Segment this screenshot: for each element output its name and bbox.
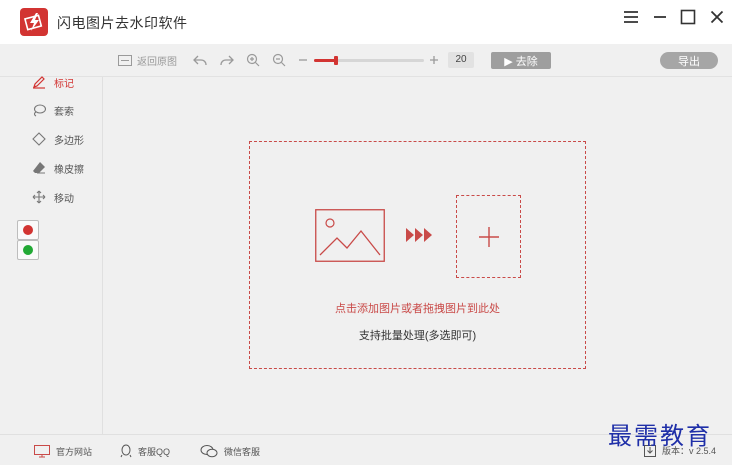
- plus-icon: [478, 226, 499, 247]
- brush-size-slider-thumb[interactable]: [334, 56, 338, 65]
- brush-size-slider-fill: [314, 59, 336, 62]
- zoom-in-icon[interactable]: [246, 52, 260, 68]
- tool-mark[interactable]: 标记: [30, 73, 74, 91]
- brush-size-value: 20: [448, 52, 474, 68]
- polygon-icon: [30, 132, 48, 146]
- add-image-button[interactable]: [456, 195, 521, 278]
- tool-lasso-label: 套索: [54, 106, 74, 118]
- app-title: 闪电图片去水印软件: [57, 15, 188, 31]
- pen-icon: [30, 75, 48, 89]
- lasso-icon: [30, 103, 48, 117]
- color-swatch-red[interactable]: [17, 220, 39, 240]
- move-icon: [30, 190, 48, 204]
- triple-arrow-icon: [406, 227, 434, 248]
- green-dot-icon: [23, 245, 33, 255]
- qq-icon: [120, 444, 132, 458]
- brush-increase-button[interactable]: [429, 52, 439, 68]
- tool-polygon[interactable]: 多边形: [30, 130, 84, 148]
- menu-icon[interactable]: [620, 6, 642, 28]
- tool-move-label: 移动: [54, 193, 74, 205]
- tool-polygon-label: 多边形: [54, 135, 84, 147]
- wechat-support-link[interactable]: 微信客服: [200, 444, 260, 458]
- app-window: 闪电图片去水印软件 返回原图 20 ▶ 去除 导出 标记 套索 多边形 橡皮擦 …: [0, 0, 732, 465]
- monitor-icon: [34, 444, 50, 458]
- tool-eraser-label: 橡皮擦: [54, 164, 84, 176]
- tool-lasso[interactable]: 套索: [30, 101, 74, 119]
- restore-original-button[interactable]: 返回原图: [118, 52, 177, 68]
- maximize-icon[interactable]: [677, 6, 699, 28]
- brush-decrease-button[interactable]: [298, 52, 308, 68]
- restore-original-label: 返回原图: [137, 56, 177, 68]
- export-button[interactable]: 导出: [660, 52, 718, 69]
- tool-eraser[interactable]: 橡皮擦: [30, 159, 84, 177]
- tool-mark-label: 标记: [54, 78, 74, 90]
- minimize-icon[interactable]: [649, 6, 671, 28]
- watermark-text: 最需教育: [608, 422, 712, 450]
- remove-watermark-button[interactable]: ▶ 去除: [491, 52, 551, 69]
- image-frame-icon: [118, 54, 132, 66]
- brush-size-slider[interactable]: [314, 56, 424, 65]
- red-dot-icon: [23, 225, 33, 235]
- dropzone-subtitle: 支持批量处理(多选即可): [358, 330, 477, 342]
- redo-icon[interactable]: [220, 52, 234, 68]
- close-icon[interactable]: [706, 6, 728, 28]
- color-swatch-green[interactable]: [17, 240, 39, 260]
- dropzone-title: 点击添加图片或者拖拽图片到此处: [335, 303, 500, 315]
- support-qq-link[interactable]: 客服QQ: [120, 444, 170, 458]
- official-website-label: 官方网站: [56, 446, 93, 457]
- wechat-support-label: 微信客服: [224, 446, 261, 457]
- official-website-link[interactable]: 官方网站: [34, 444, 92, 458]
- undo-icon[interactable]: [193, 52, 207, 68]
- tool-move[interactable]: 移动: [30, 188, 74, 206]
- support-qq-label: 客服QQ: [138, 446, 171, 457]
- wechat-icon: [200, 444, 218, 458]
- app-logo-icon: [20, 8, 48, 36]
- eraser-icon: [30, 161, 48, 175]
- image-placeholder-icon: [315, 209, 385, 267]
- title-bar: 闪电图片去水印软件: [0, 0, 732, 44]
- zoom-out-icon[interactable]: [272, 52, 286, 68]
